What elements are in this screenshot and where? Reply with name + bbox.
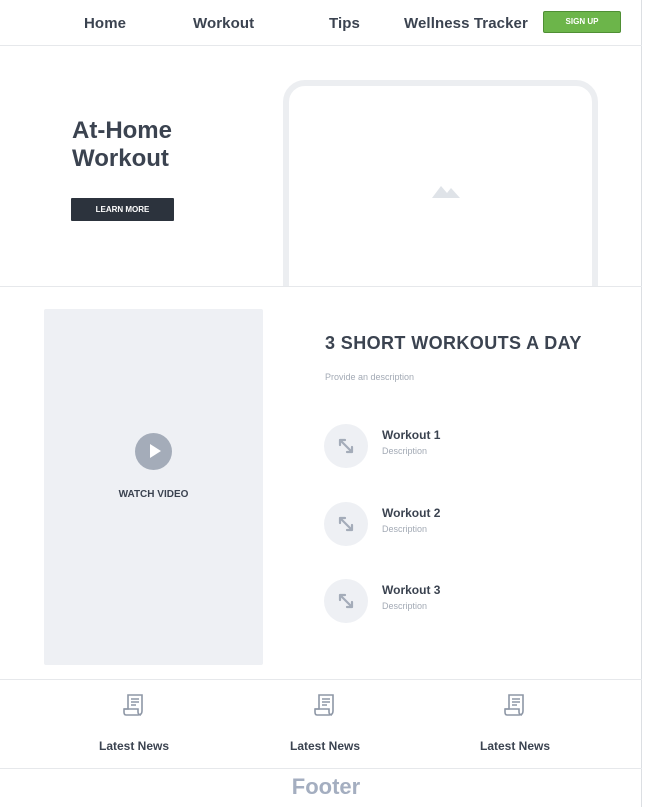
workout-title: Workout 2 xyxy=(382,506,441,520)
news-label: Latest News xyxy=(98,739,170,753)
workout-title: Workout 1 xyxy=(382,428,441,442)
sign-up-button[interactable]: SIGN UP xyxy=(543,11,621,33)
news-item[interactable]: Latest News xyxy=(74,680,194,768)
news-section: Latest News Latest News Latest News xyxy=(0,679,642,769)
workout-item[interactable]: Workout 3 Description xyxy=(324,579,584,623)
newspaper-icon xyxy=(504,694,524,716)
image-placeholder-icon xyxy=(432,186,460,198)
nav-item-home[interactable]: Home xyxy=(84,15,126,32)
expand-arrows-icon xyxy=(324,424,368,468)
hero-title-line1: At-Home xyxy=(72,117,172,144)
play-icon[interactable] xyxy=(135,433,172,470)
nav-item-wellness-tracker[interactable]: Wellness Tracker xyxy=(404,15,528,32)
learn-more-button[interactable]: LEARN MORE xyxy=(71,198,174,221)
news-item[interactable]: Latest News xyxy=(455,680,575,768)
expand-arrows-icon xyxy=(324,579,368,623)
workout-item[interactable]: Workout 2 Description xyxy=(324,502,584,546)
hero-title-line2: Workout xyxy=(72,145,169,172)
nav-item-workout[interactable]: Workout xyxy=(193,15,254,32)
workout-description: Description xyxy=(382,446,428,456)
workouts-title: 3 SHORT WORKOUTS A DAY xyxy=(325,333,582,353)
phone-mockup xyxy=(283,80,598,286)
workout-item[interactable]: Workout 1 Description xyxy=(324,424,584,468)
expand-arrows-icon xyxy=(324,502,368,546)
news-label: Latest News xyxy=(289,739,361,753)
newspaper-icon xyxy=(123,694,143,716)
workout-description: Description xyxy=(382,524,428,534)
watch-video-label[interactable]: WATCH VIDEO xyxy=(44,489,263,500)
top-nav: Home Workout Tips Wellness Tracker SIGN … xyxy=(0,0,642,46)
workouts-description: Provide an description xyxy=(325,372,415,382)
news-item[interactable]: Latest News xyxy=(265,680,385,768)
workout-description: Description xyxy=(382,601,428,611)
news-label: Latest News xyxy=(479,739,551,753)
page: Home Workout Tips Wellness Tracker SIGN … xyxy=(0,0,642,807)
hero-title: At-Home Workout xyxy=(72,117,172,173)
newspaper-icon xyxy=(314,694,334,716)
workout-title: Workout 3 xyxy=(382,583,441,597)
nav-item-tips[interactable]: Tips xyxy=(329,15,360,32)
hero-section: At-Home Workout LEARN MORE xyxy=(0,45,642,287)
video-placeholder[interactable]: WATCH VIDEO xyxy=(44,309,263,665)
footer: Footer xyxy=(291,774,361,799)
